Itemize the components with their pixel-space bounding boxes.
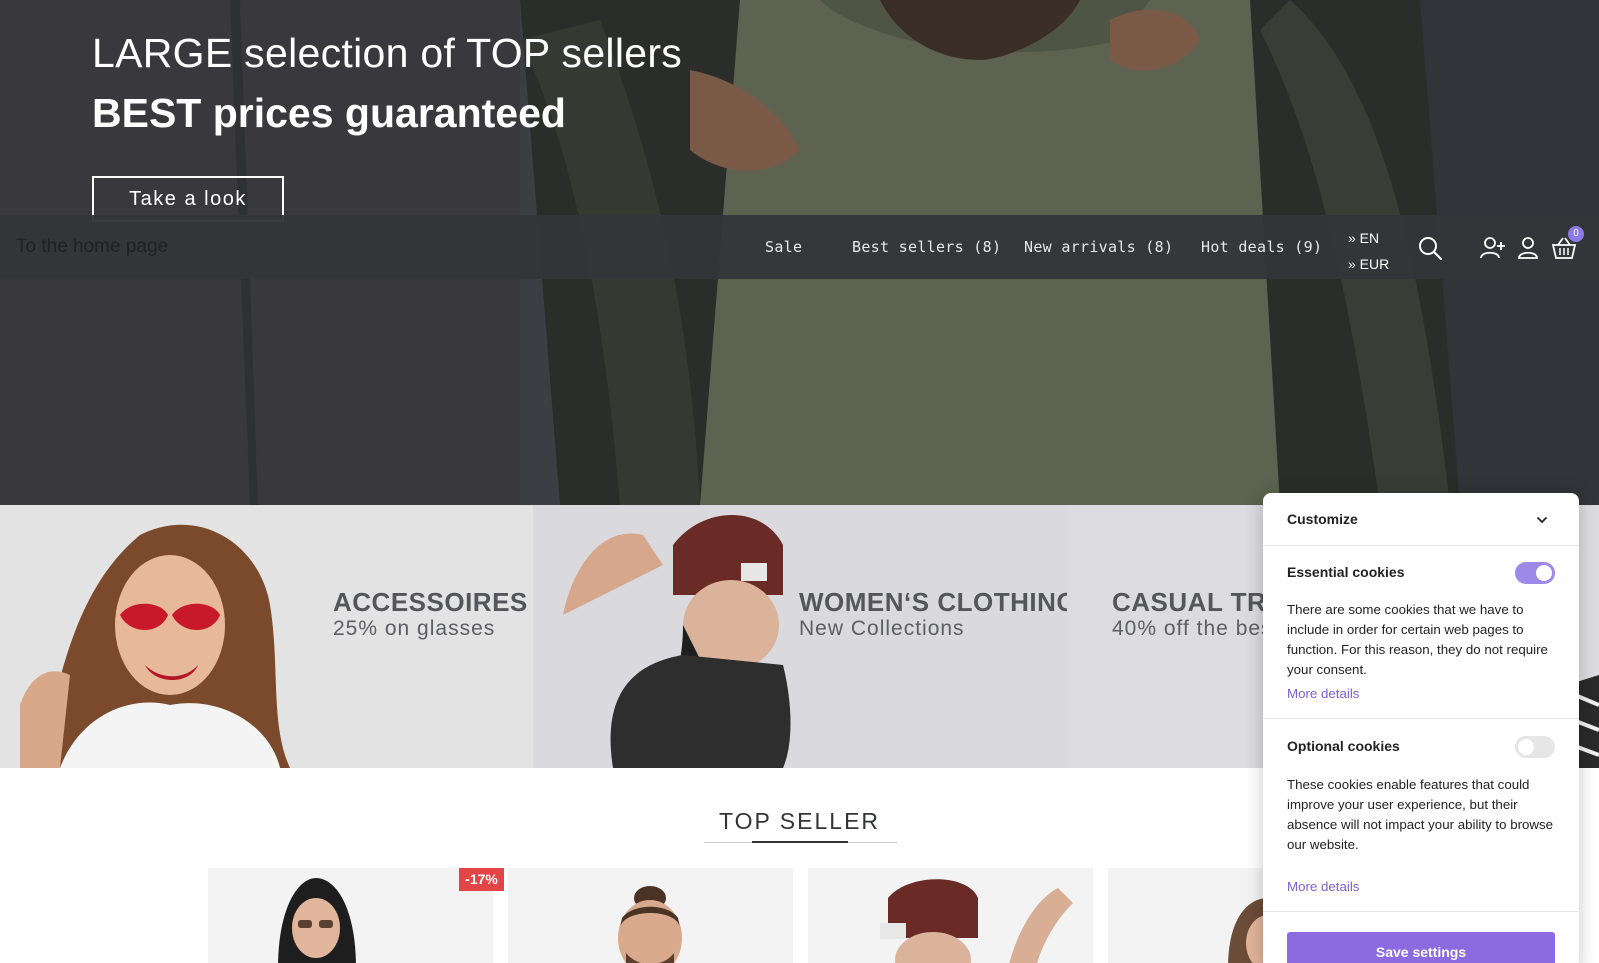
product-image (618, 886, 682, 963)
banner-womens-clothing-subtitle: New Collections (799, 617, 965, 640)
essential-cookies-label: Essential cookies (1287, 564, 1405, 580)
banner-womens-clothing[interactable]: WOMEN‘S CLOTHING New Collections (533, 505, 1067, 768)
optional-cookies-text: These cookies enable features that could… (1287, 777, 1554, 852)
top-seller-divider-accent (752, 841, 848, 843)
banner-womens-clothing-title: WOMEN‘S CLOTHING (799, 587, 1067, 617)
discount-badge: -17% (459, 868, 504, 891)
chevron-down-icon[interactable] (1535, 513, 1549, 527)
essential-cookies-toggle[interactable] (1515, 562, 1555, 584)
save-settings-button[interactable]: Save settings (1287, 932, 1555, 963)
cookie-settings-panel: Customize Essential cookies There are so… (1263, 493, 1579, 963)
optional-cookies-toggle[interactable] (1515, 736, 1555, 758)
nav-item-new-arrivals[interactable]: New arrivals (8) (1024, 238, 1173, 256)
banner-casual-trends-subtitle: 40% off the best (1112, 617, 1280, 640)
section-divider (1263, 911, 1579, 912)
banner-accessoires-subtitle: 25% on glasses (333, 617, 496, 640)
add-user-icon[interactable] (1478, 234, 1506, 262)
product-image (880, 879, 1073, 963)
user-icon[interactable] (1514, 234, 1542, 262)
customize-header[interactable]: Customize (1263, 493, 1579, 546)
search-icon[interactable] (1416, 234, 1444, 262)
hero-headline: LARGE selection of TOP sellers (92, 30, 683, 76)
section-divider (1263, 718, 1579, 719)
product-card[interactable] (808, 868, 1093, 963)
locale-switcher: » EN » EUR (1348, 225, 1389, 277)
customize-label: Customize (1287, 511, 1358, 527)
nav-item-best-sellers[interactable]: Best sellers (8) (852, 238, 1001, 256)
optional-cookies-label: Optional cookies (1287, 738, 1400, 754)
main-navigation: To the home page Sale Best sellers (8) N… (0, 215, 1599, 279)
language-selector[interactable]: » EN (1348, 225, 1389, 251)
product-card[interactable] (208, 868, 493, 963)
essential-cookies-text: There are some cookies that we have to i… (1287, 602, 1548, 677)
hero-subheadline: BEST prices guaranteed (92, 90, 566, 136)
nav-item-sale[interactable]: Sale (765, 238, 802, 256)
banner-accessoires[interactable]: ACCESSOIRES 25% on glasses (0, 505, 533, 768)
cart-count-badge: 0 (1568, 226, 1584, 242)
banner-accessoires-title: ACCESSOIRES (333, 587, 528, 617)
nav-item-hot-deals[interactable]: Hot deals (9) (1201, 238, 1322, 256)
essential-more-details-link[interactable]: More details (1287, 686, 1359, 701)
home-link[interactable]: To the home page (16, 236, 168, 258)
optional-more-details-link[interactable]: More details (1287, 879, 1359, 894)
toggle-knob (1536, 565, 1552, 581)
product-image (278, 878, 356, 963)
product-card[interactable] (508, 868, 793, 963)
currency-selector[interactable]: » EUR (1348, 251, 1389, 277)
toggle-knob (1518, 739, 1534, 755)
